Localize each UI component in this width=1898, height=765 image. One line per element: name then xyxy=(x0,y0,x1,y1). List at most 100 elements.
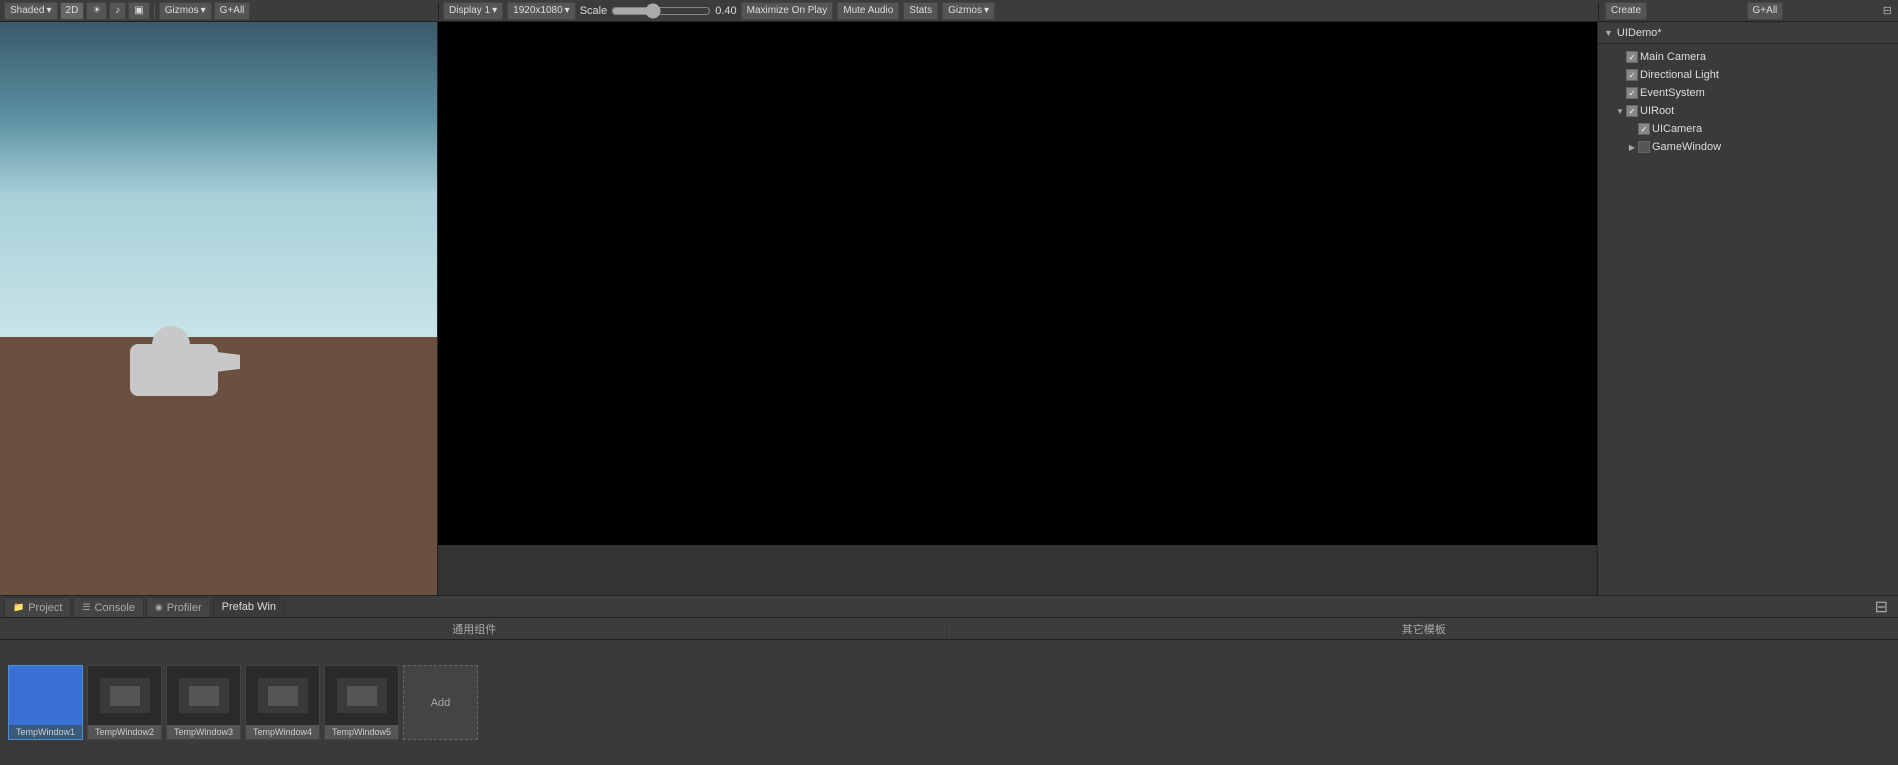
scale-label: Scale xyxy=(580,5,608,17)
hierarchy-item-eventsystem[interactable]: ✓EventSystem xyxy=(1598,84,1898,102)
hierarchy-checkbox-5[interactable] xyxy=(1638,141,1650,153)
hierarchy-filter-label: G+All xyxy=(1753,5,1778,16)
asset-thumbnail-0[interactable]: TempWindow1 xyxy=(8,665,83,740)
add-asset-button[interactable]: Add xyxy=(403,665,478,740)
hierarchy-arrow-icon: ▶ xyxy=(1626,141,1638,153)
camera-icon-wrapper xyxy=(130,326,240,406)
gizmos-filter-btn[interactable]: G+All xyxy=(214,2,251,20)
bottom-tab-project[interactable]: 📁Project xyxy=(4,597,71,617)
mini-preview-inner xyxy=(268,686,298,706)
maximize-on-play-label: Maximize On Play xyxy=(747,5,828,16)
hierarchy-toolbar-area: Create G+All ⊟ xyxy=(1598,2,1898,20)
bottom-tab-console[interactable]: ☰ Console xyxy=(73,597,143,617)
asset-thumbnail-1[interactable]: TempWindow2 xyxy=(87,665,162,740)
chevron-down-icon: ▾ xyxy=(46,5,51,16)
hierarchy-label-0: Main Camera xyxy=(1640,51,1706,63)
create-btn[interactable]: Create xyxy=(1605,2,1647,20)
light-toggle[interactable]: ☀ xyxy=(86,2,107,20)
bottom-tab-prefab-win[interactable]: Prefab Win xyxy=(213,597,285,617)
audio-toggle[interactable]: ♪ xyxy=(109,2,126,20)
hierarchy-label-4: UICamera xyxy=(1652,123,1702,135)
hierarchy-item-uiroot[interactable]: ▼✓UIRoot xyxy=(1598,102,1898,120)
tab-icon: ☰ xyxy=(82,602,90,613)
mini-preview xyxy=(337,678,387,713)
resolution-dropdown[interactable]: 1920x1080 ▾ xyxy=(507,2,576,20)
scene-toolbar: Shaded ▾ 2D ☀ ♪ ▣ Gizmos ▾ G+All Display… xyxy=(0,0,1898,22)
asset-preview-2 xyxy=(167,666,240,725)
bottom-tabs: 📁Project ☰ Console ◉Profiler Prefab Win ⊟ xyxy=(0,596,1898,618)
maximize-on-play-btn[interactable]: Maximize On Play xyxy=(741,2,834,20)
game-gizmos-btn[interactable]: Gizmos ▾ xyxy=(942,2,995,20)
hierarchy-close-icon[interactable]: ⊟ xyxy=(1883,4,1892,17)
asset-label-0: TempWindow1 xyxy=(9,725,82,739)
scene-canvas[interactable] xyxy=(0,22,437,595)
tab-label: Prefab Win xyxy=(222,601,276,613)
asset-preview-4 xyxy=(325,666,398,725)
chevron-down-icon-2: ▾ xyxy=(201,5,206,16)
fx-toggle[interactable]: ▣ xyxy=(128,2,149,20)
mute-audio-label: Mute Audio xyxy=(843,5,893,16)
shading-label: Shaded xyxy=(10,5,44,16)
scale-value: 0.40 xyxy=(715,5,736,17)
game-gizmos-label: Gizmos xyxy=(948,5,982,16)
hierarchy-scene-title: UIDemo* xyxy=(1617,27,1662,39)
stats-btn[interactable]: Stats xyxy=(903,2,938,20)
display-dropdown[interactable]: Display 1 ▾ xyxy=(443,2,503,20)
resolution-label: 1920x1080 xyxy=(513,5,563,16)
scene-sky xyxy=(0,22,437,337)
main-area: ▼ UIDemo* ✓Main Camera✓Directional Light… xyxy=(0,22,1898,595)
hierarchy-label-3: UIRoot xyxy=(1640,105,1674,117)
toolbar-separator-1 xyxy=(154,3,155,19)
toolbar-section-通用组件: 通用组件 xyxy=(0,618,950,639)
hierarchy-checkbox-3[interactable]: ✓ xyxy=(1626,105,1638,117)
asset-label-2: TempWindow3 xyxy=(167,725,240,739)
camera-body xyxy=(130,344,218,396)
hierarchy-checkbox-4[interactable]: ✓ xyxy=(1638,123,1650,135)
asset-preview-0 xyxy=(9,666,82,725)
hierarchy-item-directional-light[interactable]: ✓Directional Light xyxy=(1598,66,1898,84)
game-view xyxy=(438,22,1598,595)
hierarchy-item-uicamera[interactable]: ✓UICamera xyxy=(1598,120,1898,138)
stats-label: Stats xyxy=(909,5,932,16)
tab-icon: 📁 xyxy=(13,602,24,613)
bottom-tab-profiler[interactable]: ◉Profiler xyxy=(146,597,211,617)
hierarchy-checkbox-2[interactable]: ✓ xyxy=(1626,87,1638,99)
chevron-down-icon-5: ▾ xyxy=(984,5,989,16)
tab-label: Console xyxy=(95,602,135,614)
mini-preview-inner xyxy=(189,686,219,706)
camera-3d-icon xyxy=(130,326,240,406)
bottom-panel: 📁Project ☰ Console ◉Profiler Prefab Win ⊟ 通用… xyxy=(0,595,1898,765)
asset-label-1: TempWindow2 xyxy=(88,725,161,739)
shading-dropdown[interactable]: Shaded ▾ xyxy=(4,2,58,20)
hierarchy-checkbox-0[interactable]: ✓ xyxy=(1626,51,1638,63)
scale-slider[interactable] xyxy=(611,5,711,17)
2d-label: 2D xyxy=(66,5,79,16)
hierarchy-filter-btn[interactable]: G+All xyxy=(1747,2,1784,20)
mute-audio-btn[interactable]: Mute Audio xyxy=(837,2,899,20)
tab-label: Profiler xyxy=(167,602,202,614)
asset-thumbnail-4[interactable]: TempWindow5 xyxy=(324,665,399,740)
scale-container: Scale 0.40 xyxy=(580,5,737,17)
mini-preview xyxy=(100,678,150,713)
hierarchy-item-gamewindow[interactable]: ▶GameWindow xyxy=(1598,138,1898,156)
game-canvas[interactable] xyxy=(438,22,1597,545)
gizmos-dropdown[interactable]: Gizmos ▾ xyxy=(159,2,212,20)
toolbar-section-其它模板: 其它模板 xyxy=(950,618,1898,639)
mini-preview-inner xyxy=(347,686,377,706)
game-toolbar-area: Display 1 ▾ 1920x1080 ▾ Scale 0.40 Maxim… xyxy=(438,2,1598,20)
bottom-panel-collapse-icon[interactable]: ⊟ xyxy=(1869,597,1894,617)
asset-label-3: TempWindow4 xyxy=(246,725,319,739)
hierarchy-checkbox-1[interactable]: ✓ xyxy=(1626,69,1638,81)
bottom-toolbar: 通用组件其它模板 xyxy=(0,618,1898,640)
bottom-tabs-right: ⊟ xyxy=(1869,597,1894,617)
2d-toggle[interactable]: 2D xyxy=(60,2,85,20)
camera-viewfinder xyxy=(216,352,240,372)
asset-thumbnail-3[interactable]: TempWindow4 xyxy=(245,665,320,740)
hierarchy-item-main-camera[interactable]: ✓Main Camera xyxy=(1598,48,1898,66)
scene-view xyxy=(0,22,438,595)
hierarchy-label-2: EventSystem xyxy=(1640,87,1705,99)
gizmos-label: Gizmos xyxy=(165,5,199,16)
chevron-down-icon-4: ▾ xyxy=(565,5,570,16)
asset-preview-3 xyxy=(246,666,319,725)
asset-thumbnail-2[interactable]: TempWindow3 xyxy=(166,665,241,740)
